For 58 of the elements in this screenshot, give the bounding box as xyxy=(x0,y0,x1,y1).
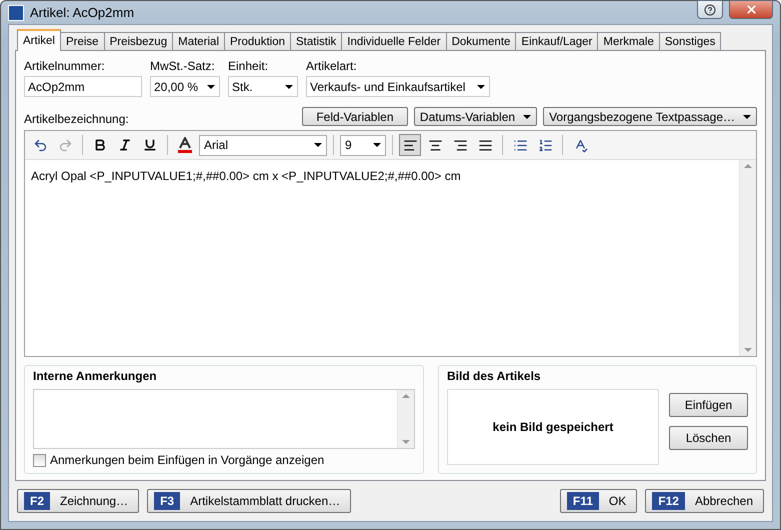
field-label: Artikelnummer: xyxy=(24,59,106,73)
align-justify-icon xyxy=(478,138,492,152)
dropdown[interactable]: 20,00 % xyxy=(150,76,220,97)
tab[interactable]: Individuelle Felder xyxy=(341,32,447,51)
dropdown-button[interactable]: Vorgangsbezogene Textpassage… xyxy=(543,107,757,126)
tab[interactable]: Artikel xyxy=(17,29,61,51)
image-button[interactable]: Einfügen xyxy=(669,393,748,417)
redo-icon xyxy=(58,138,72,152)
notes-field[interactable] xyxy=(33,389,415,449)
dropdown-button[interactable]: Datums-Variablen xyxy=(414,107,538,126)
help-icon xyxy=(704,4,716,16)
numbered-list-icon xyxy=(538,138,552,152)
close-icon xyxy=(744,3,758,16)
tab[interactable]: Dokumente xyxy=(446,32,516,51)
tab[interactable]: Sonstiges xyxy=(658,32,722,51)
description-text: Acryl Opal <P_INPUTVALUE1;#,##0.00> cm x <P_INPUTVALUE2;#,##0.00> cm xyxy=(30,168,462,185)
size-dropdown[interactable]: 9 xyxy=(340,134,386,156)
tab[interactable]: Statistik xyxy=(290,32,342,51)
footer-button[interactable]: F3 Artikelstammblatt drucken… xyxy=(147,489,352,513)
undo-icon xyxy=(32,138,48,152)
tab[interactable]: Merkmale xyxy=(597,32,660,51)
dropdown[interactable]: Verkaufs- und Einkaufsartikel xyxy=(306,76,490,97)
window-title: Artikel: AcOp2mm xyxy=(30,5,136,20)
tab[interactable]: Einkauf/Lager xyxy=(515,32,598,51)
variables-button[interactable]: Feld-Variablen xyxy=(302,107,408,126)
field-label: Einheit: xyxy=(228,59,270,73)
field-label: Artikelbezeichnung: xyxy=(24,112,129,126)
checkbox[interactable] xyxy=(33,454,46,466)
checkbox-label: Anmerkungen beim Einfügen in Vorgänge anzeigen xyxy=(50,453,324,467)
image-button[interactable]: Löschen xyxy=(669,426,748,450)
app-icon xyxy=(8,4,24,20)
help-button[interactable] xyxy=(697,0,723,19)
font-color-icon xyxy=(177,137,193,153)
align-button[interactable] xyxy=(399,134,421,156)
group-title: Bild des Artikels xyxy=(447,369,542,383)
close-button[interactable] xyxy=(729,0,773,19)
underline-icon xyxy=(143,138,157,152)
align-right-icon xyxy=(452,138,468,152)
tab[interactable]: Preise xyxy=(60,32,105,51)
scrollbar[interactable] xyxy=(739,160,756,356)
footer-button[interactable]: F11 OK xyxy=(560,489,638,513)
input-field[interactable]: AcOp2mm xyxy=(24,76,142,97)
tab[interactable]: Produktion xyxy=(224,32,291,51)
footer-button[interactable]: F12 Abbrechen xyxy=(645,489,764,513)
align-left-icon xyxy=(402,138,418,152)
tab[interactable]: Preisbezug xyxy=(104,32,174,51)
image-placeholder-text: kein Bild gespeichert xyxy=(492,420,614,434)
bold-icon xyxy=(93,138,107,152)
tab[interactable]: Material xyxy=(172,32,226,51)
footer-button[interactable]: F2 Zeichnung… xyxy=(17,489,140,513)
align-center-icon xyxy=(428,138,442,152)
dropdown[interactable]: Stk. xyxy=(228,76,298,97)
field-label: MwSt.-Satz: xyxy=(150,59,216,73)
group-title: Interne Anmerkungen xyxy=(33,369,158,383)
bullet-list-icon xyxy=(512,138,528,152)
italic-icon xyxy=(118,138,132,152)
font-dropdown[interactable]: Arial xyxy=(199,134,327,156)
field-label: Artikelart: xyxy=(306,59,358,73)
